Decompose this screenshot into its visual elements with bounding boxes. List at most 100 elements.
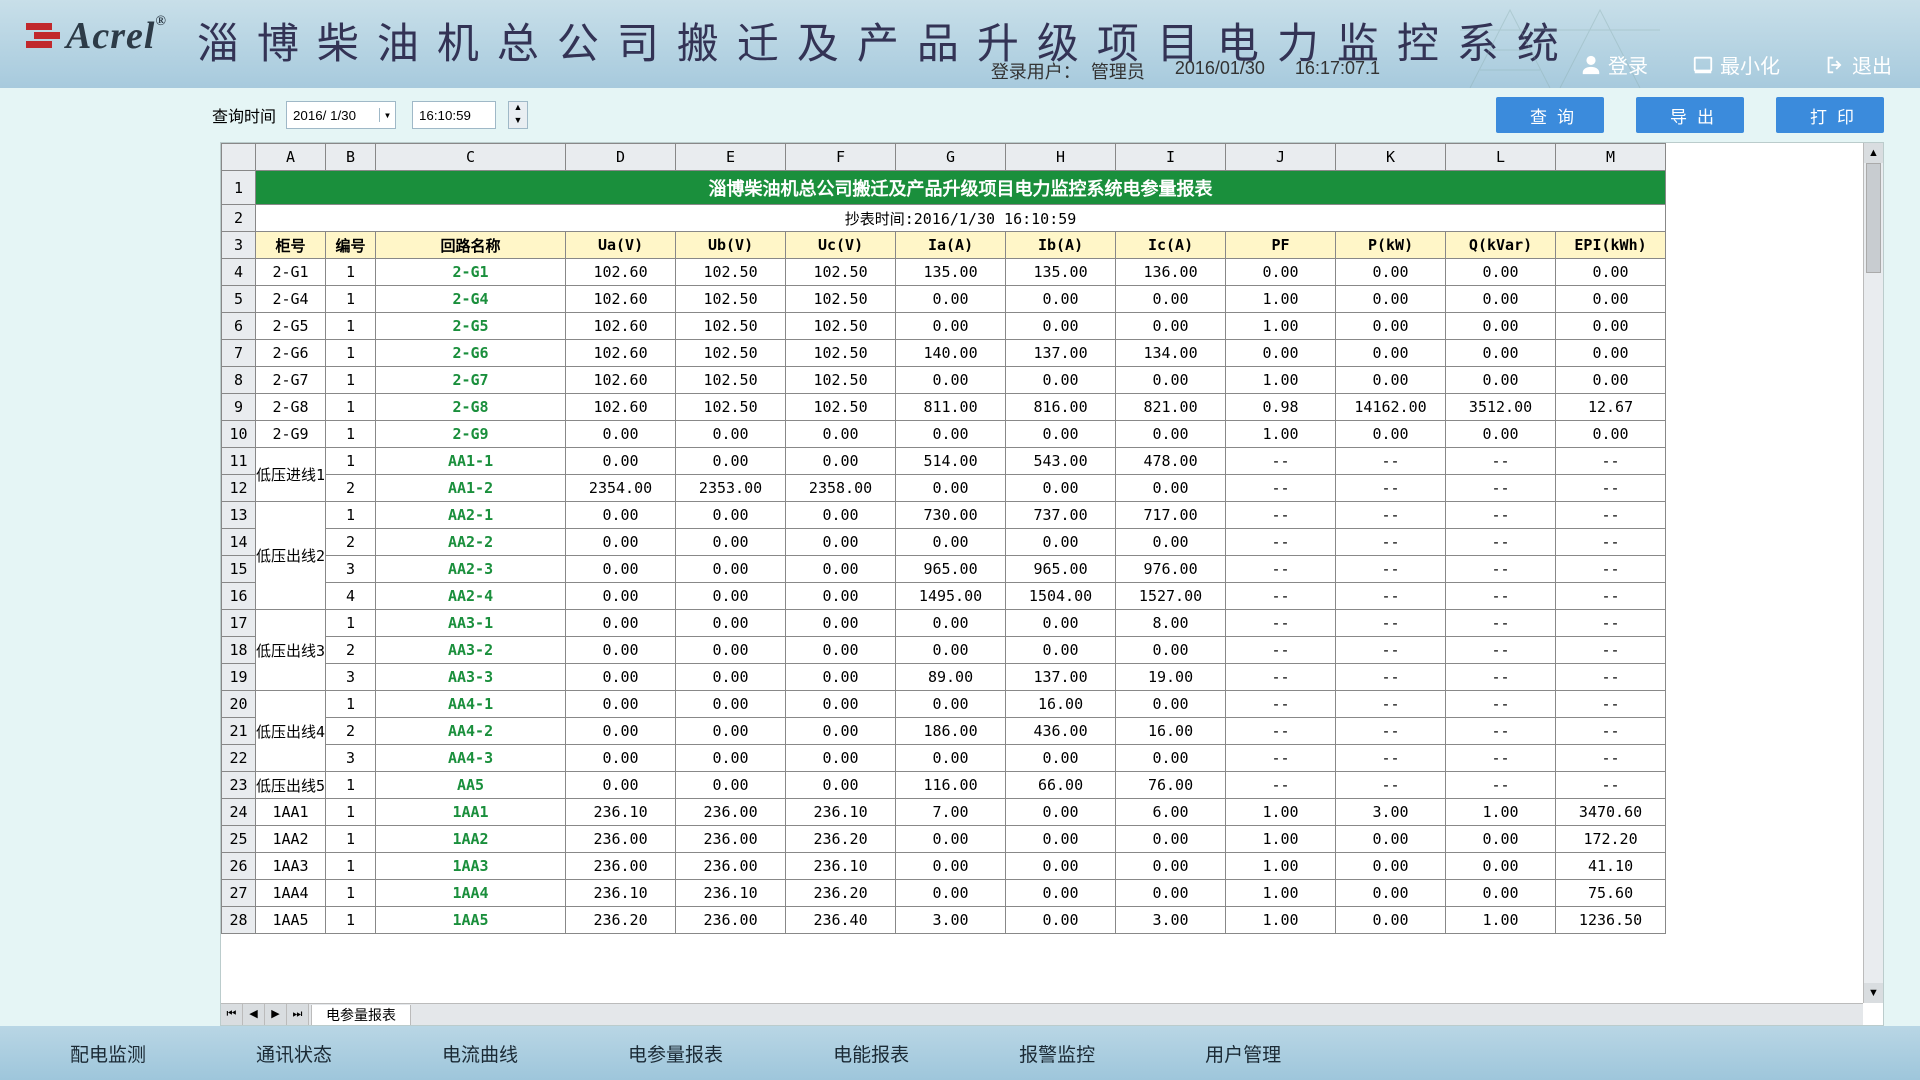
tab-nav-first-icon[interactable]: ⏮ xyxy=(221,1004,243,1025)
time-input[interactable] xyxy=(412,101,496,129)
table-row[interactable]: 92-G812-G8102.60102.50102.50811.00816.00… xyxy=(222,394,1666,421)
vertical-scrollbar[interactable]: ▲ ▼ xyxy=(1863,143,1883,1003)
nav-item-1[interactable]: 通讯状态 xyxy=(256,1040,332,1067)
row-header[interactable]: 25 xyxy=(222,826,256,853)
value-cell: -- xyxy=(1226,502,1336,529)
nav-item-4[interactable]: 电能报表 xyxy=(833,1040,909,1067)
table-row[interactable]: 223AA4-30.000.000.000.000.000.00-------- xyxy=(222,745,1666,772)
calendar-dropdown-icon[interactable]: ▾ xyxy=(379,108,395,122)
col-header[interactable]: C xyxy=(376,144,566,171)
nav-item-3[interactable]: 电参量报表 xyxy=(628,1040,723,1067)
date-input[interactable]: ▾ xyxy=(286,101,396,129)
row-header[interactable]: 23 xyxy=(222,772,256,799)
table-row[interactable]: 62-G512-G5102.60102.50102.500.000.000.00… xyxy=(222,313,1666,340)
row-header[interactable]: 21 xyxy=(222,718,256,745)
table-row[interactable]: 42-G112-G1102.60102.50102.50135.00135.00… xyxy=(222,259,1666,286)
scroll-down-icon[interactable]: ▼ xyxy=(1864,983,1883,1003)
table-row[interactable]: 182AA3-20.000.000.000.000.000.00-------- xyxy=(222,637,1666,664)
time-spinner[interactable]: ▲ ▼ xyxy=(508,101,528,129)
row-header[interactable]: 9 xyxy=(222,394,256,421)
sheet-tab[interactable]: 电参量报表 xyxy=(311,1005,411,1025)
row-header[interactable]: 16 xyxy=(222,583,256,610)
nav-item-0[interactable]: 配电监测 xyxy=(70,1040,146,1067)
nav-item-2[interactable]: 电流曲线 xyxy=(442,1040,518,1067)
table-row[interactable]: 142AA2-20.000.000.000.000.000.00-------- xyxy=(222,529,1666,556)
table-row[interactable]: 193AA3-30.000.000.0089.00137.0019.00----… xyxy=(222,664,1666,691)
col-header[interactable]: M xyxy=(1556,144,1666,171)
nav-item-6[interactable]: 用户管理 xyxy=(1205,1040,1281,1067)
col-header[interactable]: D xyxy=(566,144,676,171)
table-row[interactable]: 13低压出线21AA2-10.000.000.00730.00737.00717… xyxy=(222,502,1666,529)
tab-nav-next-icon[interactable]: ▶ xyxy=(265,1004,287,1025)
table-row[interactable]: 82-G712-G7102.60102.50102.500.000.000.00… xyxy=(222,367,1666,394)
minimize-link[interactable]: 最小化 xyxy=(1692,50,1780,79)
login-link[interactable]: 登录 xyxy=(1580,50,1648,79)
report-grid[interactable]: ABCDEFGHIJKLM1淄博柴油机总公司搬迁及产品升级项目电力监控系统电参量… xyxy=(221,143,1666,934)
spinner-down-icon[interactable]: ▼ xyxy=(509,115,527,128)
value-cell: 236.00 xyxy=(566,853,676,880)
table-row[interactable]: 102-G912-G90.000.000.000.000.000.001.000… xyxy=(222,421,1666,448)
row-header[interactable]: 8 xyxy=(222,367,256,394)
row-header[interactable]: 7 xyxy=(222,340,256,367)
row-header[interactable]: 13 xyxy=(222,502,256,529)
row-header[interactable]: 11 xyxy=(222,448,256,475)
table-row[interactable]: 20低压出线41AA4-10.000.000.000.0016.000.00--… xyxy=(222,691,1666,718)
tab-nav-last-icon[interactable]: ⏭ xyxy=(287,1004,309,1025)
row-header[interactable]: 27 xyxy=(222,880,256,907)
row-header[interactable]: 6 xyxy=(222,313,256,340)
row-header[interactable]: 28 xyxy=(222,907,256,934)
row-header[interactable]: 26 xyxy=(222,853,256,880)
tab-nav-prev-icon[interactable]: ◀ xyxy=(243,1004,265,1025)
row-header[interactable]: 1 xyxy=(222,171,256,205)
row-header[interactable]: 20 xyxy=(222,691,256,718)
table-row[interactable]: 23低压出线51AA50.000.000.00116.0066.0076.00-… xyxy=(222,772,1666,799)
row-header[interactable]: 12 xyxy=(222,475,256,502)
print-button[interactable]: 打印 xyxy=(1776,97,1884,133)
col-header[interactable]: A xyxy=(256,144,326,171)
row-header[interactable]: 2 xyxy=(222,205,256,232)
grid-corner[interactable] xyxy=(222,144,256,171)
table-row[interactable]: 271AA411AA4236.10236.10236.200.000.000.0… xyxy=(222,880,1666,907)
col-header[interactable]: E xyxy=(676,144,786,171)
scroll-thumb[interactable] xyxy=(1866,163,1881,273)
row-header[interactable]: 19 xyxy=(222,664,256,691)
row-header[interactable]: 17 xyxy=(222,610,256,637)
col-header[interactable]: I xyxy=(1116,144,1226,171)
col-header[interactable]: F xyxy=(786,144,896,171)
table-row[interactable]: 251AA211AA2236.00236.00236.200.000.000.0… xyxy=(222,826,1666,853)
nav-item-5[interactable]: 报警监控 xyxy=(1019,1040,1095,1067)
row-header[interactable]: 15 xyxy=(222,556,256,583)
exit-link[interactable]: 退出 xyxy=(1824,50,1892,79)
row-header[interactable]: 14 xyxy=(222,529,256,556)
table-row[interactable]: 122AA1-22354.002353.002358.000.000.000.0… xyxy=(222,475,1666,502)
table-row[interactable]: 72-G612-G6102.60102.50102.50140.00137.00… xyxy=(222,340,1666,367)
value-cell: 0.00 xyxy=(1006,610,1116,637)
row-header[interactable]: 22 xyxy=(222,745,256,772)
query-button[interactable]: 查询 xyxy=(1496,97,1604,133)
table-row[interactable]: 164AA2-40.000.000.001495.001504.001527.0… xyxy=(222,583,1666,610)
row-header[interactable]: 10 xyxy=(222,421,256,448)
table-row[interactable]: 281AA511AA5236.20236.00236.403.000.003.0… xyxy=(222,907,1666,934)
row-header[interactable]: 18 xyxy=(222,637,256,664)
row-header[interactable]: 3 xyxy=(222,232,256,259)
table-row[interactable]: 153AA2-30.000.000.00965.00965.00976.00--… xyxy=(222,556,1666,583)
col-header[interactable]: L xyxy=(1446,144,1556,171)
table-row[interactable]: 11低压进线11AA1-10.000.000.00514.00543.00478… xyxy=(222,448,1666,475)
spinner-up-icon[interactable]: ▲ xyxy=(509,102,527,115)
col-header[interactable]: J xyxy=(1226,144,1336,171)
export-button[interactable]: 导出 xyxy=(1636,97,1744,133)
table-row[interactable]: 17低压出线31AA3-10.000.000.000.000.008.00---… xyxy=(222,610,1666,637)
row-header[interactable]: 5 xyxy=(222,286,256,313)
table-row[interactable]: 261AA311AA3236.00236.00236.100.000.000.0… xyxy=(222,853,1666,880)
row-header[interactable]: 24 xyxy=(222,799,256,826)
value-cell: 0.00 xyxy=(566,772,676,799)
table-row[interactable]: 241AA111AA1236.10236.00236.107.000.006.0… xyxy=(222,799,1666,826)
col-header[interactable]: B xyxy=(326,144,376,171)
scroll-up-icon[interactable]: ▲ xyxy=(1864,143,1883,163)
col-header[interactable]: K xyxy=(1336,144,1446,171)
col-header[interactable]: H xyxy=(1006,144,1116,171)
row-header[interactable]: 4 xyxy=(222,259,256,286)
table-row[interactable]: 52-G412-G4102.60102.50102.500.000.000.00… xyxy=(222,286,1666,313)
table-row[interactable]: 212AA4-20.000.000.00186.00436.0016.00---… xyxy=(222,718,1666,745)
col-header[interactable]: G xyxy=(896,144,1006,171)
